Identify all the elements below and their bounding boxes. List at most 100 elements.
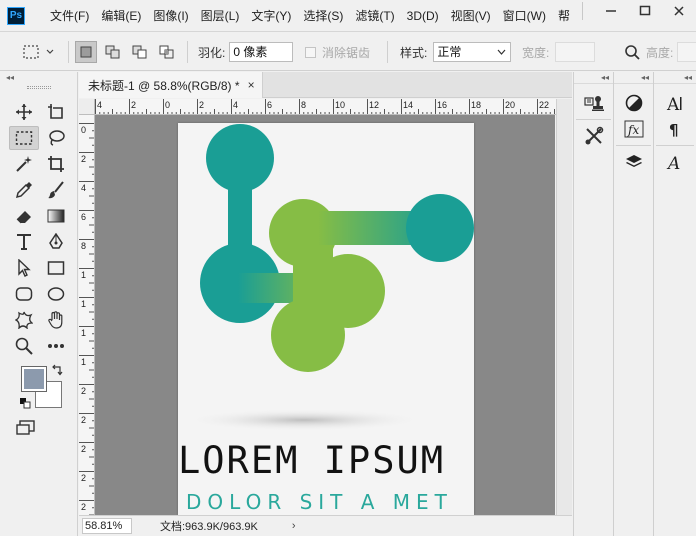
menu-edit[interactable]: 编辑(E) <box>95 0 147 32</box>
vertical-scrollbar[interactable] <box>556 99 572 515</box>
horizontal-ruler-label: 22 <box>539 100 550 110</box>
horizontal-ruler-label: 18 <box>471 100 482 110</box>
swap-colors-icon <box>52 364 63 376</box>
tools-cross-icon <box>585 126 603 145</box>
close-window-button[interactable] <box>662 0 696 22</box>
green-center <box>293 243 333 323</box>
menu-help[interactable]: 帮 <box>552 0 576 32</box>
window-controls <box>594 0 696 24</box>
vertical-ruler[interactable]: 0 2 4 6 8 1 1 1 1 2 2 2 2 2 <box>79 115 95 515</box>
menu-window[interactable]: 窗口(W) <box>497 0 552 32</box>
menu-view[interactable]: 视图(V) <box>445 0 497 32</box>
rectangle-tool[interactable] <box>41 256 71 280</box>
svg-text:fx: fx <box>627 123 639 137</box>
default-colors-icon <box>20 398 31 409</box>
swap-colors-button[interactable] <box>51 364 63 379</box>
custom-shape-tool[interactable] <box>9 308 39 332</box>
close-icon <box>674 6 684 16</box>
vertical-ruler-label: 0 <box>81 125 87 135</box>
document-tab-bar: 未标题-1 @ 58.8%(RGB/8) * × <box>79 72 572 98</box>
style-group: 样式: 正常 <box>400 33 512 71</box>
eyedropper-icon <box>15 182 32 199</box>
document-canvas[interactable]: LOREM IPSUM DOLOR SIT A MET <box>178 123 474 515</box>
horizontal-ruler-label: 2 <box>131 100 137 110</box>
brush-tool[interactable] <box>41 178 71 202</box>
add-selection-button[interactable] <box>102 41 124 63</box>
document-tab[interactable]: 未标题-1 @ 58.8%(RGB/8) * × <box>79 72 263 98</box>
adjustments-icon <box>625 94 642 112</box>
panel-collapse-icon[interactable]: ◂◂ <box>574 72 613 84</box>
adjustments-panel-button[interactable] <box>616 90 652 116</box>
tool-presets-panel-button[interactable] <box>576 123 612 149</box>
maximize-button[interactable] <box>628 0 662 22</box>
menu-select[interactable]: 选择(S) <box>297 0 349 32</box>
eraser-tool[interactable] <box>9 204 39 228</box>
gradient-icon <box>47 209 65 223</box>
subtract-selection-button[interactable] <box>129 41 151 63</box>
new-selection-button[interactable] <box>75 41 97 63</box>
gradient-tool[interactable] <box>41 204 71 228</box>
horizontal-ruler[interactable]: 4 2 0 2 4 6 8 10 12 14 16 18 20 22 <box>95 99 557 115</box>
layers-panel-button[interactable] <box>616 149 652 175</box>
panel-separator <box>576 119 611 120</box>
paragraph-panel-button[interactable]: ¶ <box>657 116 693 142</box>
minimize-button[interactable] <box>594 0 628 22</box>
glyphs-panel-button[interactable]: A <box>657 149 693 175</box>
menu-image[interactable]: 图像(I) <box>147 0 194 32</box>
panel-grip[interactable] <box>27 86 51 89</box>
layers-icon <box>625 155 642 167</box>
zoom-level-field[interactable]: 58.81% <box>82 518 132 534</box>
foreground-color-swatch[interactable] <box>21 366 47 392</box>
lasso-tool[interactable] <box>41 126 71 150</box>
window-controls-separator <box>582 2 583 20</box>
clone-source-panel-button[interactable] <box>576 90 612 116</box>
artboard-tool[interactable] <box>41 100 71 124</box>
menu-layer[interactable]: 图层(L) <box>195 0 246 32</box>
default-colors-button[interactable] <box>19 397 31 412</box>
menu-3d[interactable]: 3D(D) <box>401 0 445 32</box>
style-label: 样式: <box>400 45 428 60</box>
status-menu-arrow[interactable]: › <box>292 520 296 532</box>
zoom-tool[interactable] <box>9 334 39 358</box>
horizontal-ruler-label: 0 <box>165 100 171 110</box>
marquee-tool[interactable] <box>9 126 39 150</box>
styles-panel-button[interactable]: fx <box>616 116 652 142</box>
panel-collapse-icon[interactable]: ◂◂ <box>0 72 77 84</box>
move-icon <box>16 104 32 120</box>
menu-type[interactable]: 文字(Y) <box>245 0 297 32</box>
panel-dock-2: ◂◂ fx <box>613 72 653 536</box>
eyedropper-tool[interactable] <box>9 178 39 202</box>
horizontal-ruler-label: 14 <box>403 100 414 110</box>
intersect-selection-icon <box>159 45 174 59</box>
more-tools-button[interactable] <box>41 334 71 358</box>
character-panel-button[interactable]: A <box>657 90 693 116</box>
style-select[interactable]: 正常 <box>433 42 512 62</box>
canvas-pasteboard[interactable]: LOREM IPSUM DOLOR SIT A MET <box>95 115 555 515</box>
menu-items: 文件(F) 编辑(E) 图像(I) 图层(L) 文字(Y) 选择(S) 滤镜(T… <box>44 0 576 32</box>
custom-shape-icon <box>15 311 33 329</box>
hand-tool[interactable] <box>41 308 71 332</box>
svg-text:¶: ¶ <box>669 121 679 138</box>
intersect-selection-button[interactable] <box>156 41 178 63</box>
screen-mode-button[interactable] <box>11 416 41 440</box>
antialias-checkbox[interactable] <box>305 46 316 58</box>
close-tab-icon[interactable]: × <box>248 78 255 92</box>
crop-tool[interactable] <box>41 152 71 176</box>
chevron-down-icon <box>497 49 506 55</box>
menu-file[interactable]: 文件(F) <box>44 0 95 32</box>
tool-preset-picker[interactable] <box>22 33 56 71</box>
panel-collapse-icon[interactable]: ◂◂ <box>654 72 696 84</box>
path-selection-tool[interactable] <box>9 256 39 280</box>
magic-wand-tool[interactable] <box>9 152 39 176</box>
type-tool[interactable] <box>9 230 39 254</box>
width-input[interactable] <box>555 42 596 62</box>
height-input[interactable] <box>677 42 696 62</box>
clone-stamp-icon <box>583 96 604 111</box>
pen-tool[interactable] <box>41 230 71 254</box>
feather-input[interactable]: 0 像素 <box>229 42 294 62</box>
rounded-rectangle-tool[interactable] <box>9 282 39 306</box>
panel-collapse-icon[interactable]: ◂◂ <box>614 72 653 84</box>
move-tool[interactable] <box>9 100 39 124</box>
menu-filter[interactable]: 滤镜(T) <box>349 0 400 32</box>
ellipse-tool[interactable] <box>41 282 71 306</box>
